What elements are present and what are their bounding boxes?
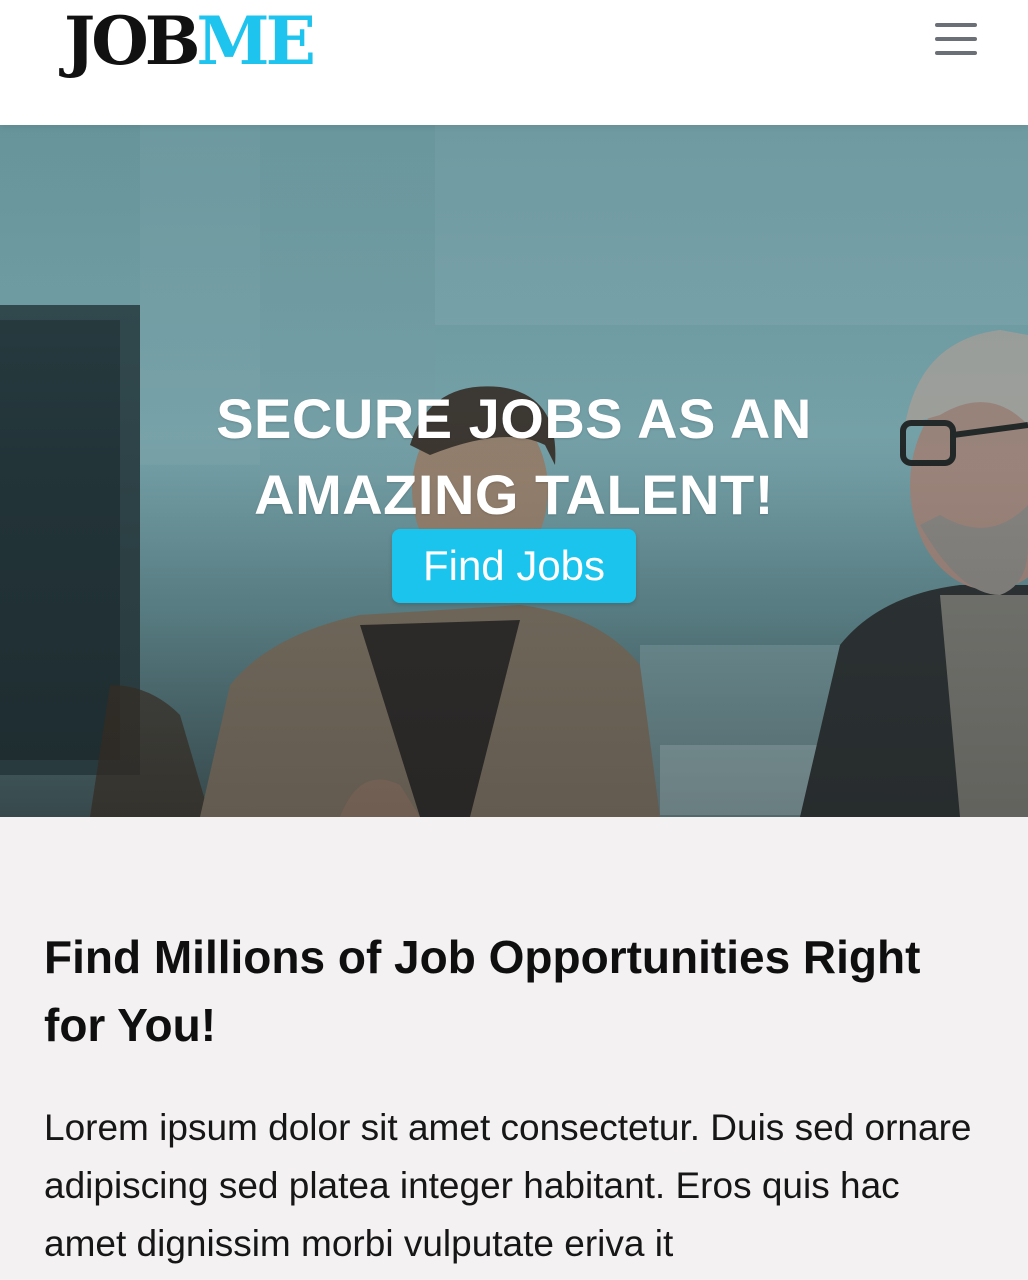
hero-banner: SECURE JOBS AS AN AMAZING TALENT! Find J…: [0, 125, 1028, 817]
menu-bar: [935, 23, 977, 27]
hamburger-menu-icon[interactable]: [930, 20, 980, 60]
top-navbar: JOB ME: [0, 0, 1028, 125]
page: JOB ME SECURE JOBS AS AN AMAZING TALENT!…: [0, 0, 1028, 1280]
opportunities-section: Find Millions of Job Opportunities Right…: [0, 817, 1028, 1280]
menu-bar: [935, 37, 977, 41]
jobme-logo[interactable]: JOB ME: [64, 2, 316, 80]
menu-bar: [935, 51, 977, 55]
logo-text-me: ME: [196, 2, 316, 80]
section-body-text: Lorem ipsum dolor sit amet consectetur. …: [44, 1107, 972, 1264]
hero-title: SECURE JOBS AS AN AMAZING TALENT!: [216, 386, 812, 526]
section-heading: Find Millions of Job Opportunities Right…: [44, 931, 921, 1051]
find-jobs-button[interactable]: Find Jobs: [392, 529, 636, 603]
logo-text-job: JOB: [64, 2, 201, 80]
